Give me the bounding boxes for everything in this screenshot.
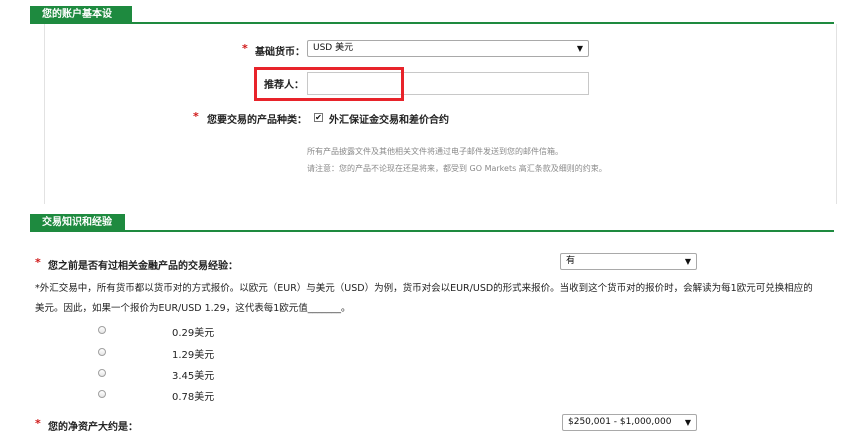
product-types-label: 您要交易的产品种类： <box>207 115 307 126</box>
answer-radio-1[interactable] <box>98 326 106 334</box>
net-assets-label: 您的净资产大约是： <box>48 422 138 433</box>
answer-radio-4[interactable] <box>98 390 106 398</box>
account-section-underline <box>30 22 834 24</box>
left-border <box>44 24 45 204</box>
answer-label-4: 0.78美元 <box>172 392 215 403</box>
currency-select[interactable]: USD 美元 ▼ <box>307 40 589 57</box>
product-fx-cfd-label: 外汇保证金交易和差价合约 <box>329 115 449 126</box>
answer-label-1: 0.29美元 <box>172 328 215 339</box>
note-terms: 请注意：您的产品不论现在还是将来，都受到 GO Markets 高汇条款及细则的… <box>307 164 607 173</box>
fx-question-line-2: 美元。因此，如果一个报价为EUR/USD 1.29，这代表每1欧元值______… <box>35 303 351 314</box>
product-fx-cfd-checkbox[interactable]: ✔ <box>314 113 323 122</box>
answer-radio-3[interactable] <box>98 369 106 377</box>
fx-question-text: *外汇交易中，所有货币都以货币对的方式报价。以欧元（EUR）与美元（USD）为例… <box>35 279 835 319</box>
answer-label-3: 3.45美元 <box>172 371 215 382</box>
chevron-down-icon: ▼ <box>576 44 583 53</box>
highlight-box <box>254 67 404 101</box>
answer-label-2: 1.29美元 <box>172 350 215 361</box>
currency-label: 基础货币： <box>255 47 305 58</box>
product-required-mark: * <box>193 110 199 123</box>
net-assets-required-mark: * <box>35 417 41 430</box>
knowledge-section-title: 交易知识和经验 <box>42 217 112 228</box>
check-icon: ✔ <box>315 113 322 122</box>
knowledge-section-underline <box>30 230 834 232</box>
currency-select-value: USD 美元 <box>313 43 354 53</box>
note-documents: 所有产品披露文件及其他相关文件将通过电子邮件发送到您的邮件信箱。 <box>307 147 563 156</box>
right-border <box>836 24 837 204</box>
experience-select[interactable]: 有 ▼ <box>560 253 697 270</box>
fx-question-line-1: *外汇交易中，所有货币都以货币对的方式报价。以欧元（EUR）与美元（USD）为例… <box>35 283 813 294</box>
chevron-down-icon: ▼ <box>684 418 691 427</box>
chevron-down-icon: ▼ <box>684 257 691 266</box>
net-assets-select-value: $250,001 - $1,000,000 <box>568 417 672 427</box>
experience-label: 您之前是否有过相关金融产品的交易经验： <box>48 261 238 272</box>
answer-radio-2[interactable] <box>98 348 106 356</box>
net-assets-select[interactable]: $250,001 - $1,000,000 ▼ <box>562 414 697 431</box>
experience-required-mark: * <box>35 256 41 269</box>
currency-required-mark: * <box>242 42 248 55</box>
experience-select-value: 有 <box>566 256 576 266</box>
